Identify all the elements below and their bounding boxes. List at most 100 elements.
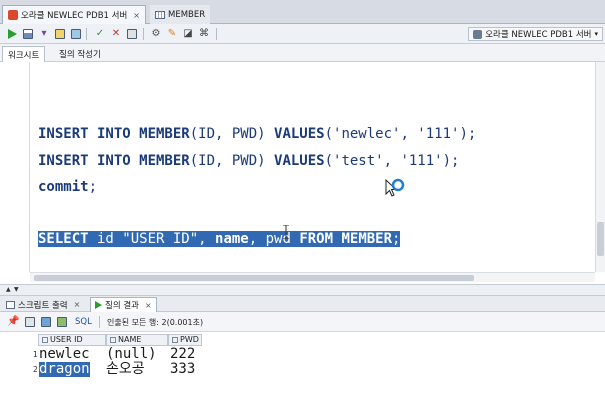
tab-worksheet[interactable]: 워크시트 bbox=[2, 46, 46, 62]
code-keyword: name bbox=[215, 231, 249, 247]
output-tabs: 스크립트 출력 × 질의 결과 × bbox=[0, 296, 605, 312]
code-text: ('test', '111'); bbox=[324, 153, 460, 169]
table-cell[interactable]: 222 bbox=[170, 347, 195, 362]
code-text: , pwd bbox=[248, 231, 300, 247]
rollback-icon: ✕ bbox=[111, 28, 121, 39]
tab-member-table[interactable]: MEMBER bbox=[150, 5, 211, 24]
tab-query-result[interactable]: 질의 결과 × bbox=[90, 297, 157, 312]
code-keyword: INSERT INTO MEMBER bbox=[38, 126, 190, 142]
row-number: 1 bbox=[32, 350, 38, 359]
run-script-button[interactable] bbox=[22, 28, 34, 40]
play-icon bbox=[7, 29, 17, 39]
sql-tuning-button[interactable]: ⚙ bbox=[150, 28, 162, 40]
table-cell[interactable]: 333 bbox=[170, 362, 195, 377]
sort-icon bbox=[110, 337, 116, 343]
column-header-pwd[interactable]: PWD bbox=[168, 334, 202, 346]
sql-link[interactable]: SQL bbox=[75, 317, 92, 327]
script-output-icon bbox=[6, 300, 15, 309]
tab-label: MEMBER bbox=[168, 9, 206, 20]
results-grid[interactable]: USER ID NAME PWD 1 newlec (null) 222 2 d… bbox=[0, 332, 605, 407]
table-cell[interactable]: 손오공 bbox=[106, 362, 145, 377]
eraser-icon: ◪ bbox=[183, 28, 193, 39]
refresh-button[interactable] bbox=[40, 316, 51, 327]
code-keyword: VALUES bbox=[274, 153, 325, 169]
selected-code-line[interactable]: SELECT id "USER ID", name, pwd FROM MEMB… bbox=[38, 228, 401, 250]
code-text: (ID, PWD) bbox=[189, 126, 275, 142]
code-keyword: SELECT bbox=[38, 231, 89, 247]
database-icon bbox=[8, 10, 18, 20]
scrollbar-thumb[interactable] bbox=[34, 275, 474, 281]
rollback-button[interactable]: ✕ bbox=[110, 28, 122, 40]
code-line[interactable]: INSERT INTO MEMBER(ID, PWD) VALUES('newl… bbox=[38, 123, 476, 145]
code-keyword: INSERT INTO MEMBER bbox=[38, 153, 190, 169]
worksheet-toolbar: ▾ ✓ ✕ ⚙ ✎ ◪ ⌘ 오라클 NEWLEC PDB1 서버 ▾ bbox=[0, 24, 605, 44]
collapse-up-icon[interactable]: ▲ bbox=[6, 287, 11, 293]
editor-horizontal-scrollbar[interactable] bbox=[30, 272, 595, 282]
tab-label: 워크시트 bbox=[8, 50, 40, 61]
fetch-status: 인출된 모든 행: 2(0.001초) bbox=[107, 318, 204, 327]
code-line[interactable]: commit; bbox=[38, 176, 97, 198]
tab-script-output[interactable]: 스크립트 출력 × bbox=[2, 297, 84, 312]
busy-cursor-icon bbox=[385, 178, 405, 197]
commit-icon bbox=[71, 29, 81, 39]
sql-editor[interactable]: INSERT INTO MEMBER(ID, PWD) VALUES('newl… bbox=[0, 62, 605, 284]
column-header-user-id[interactable]: USER ID bbox=[38, 334, 106, 346]
table-cell[interactable]: (null) bbox=[106, 347, 157, 362]
export-button[interactable] bbox=[56, 316, 67, 327]
cancel-icon bbox=[127, 29, 137, 39]
print-button[interactable] bbox=[24, 316, 35, 327]
refresh-icon bbox=[40, 316, 51, 327]
close-icon[interactable]: × bbox=[74, 300, 81, 309]
code-text: id bbox=[88, 231, 123, 247]
commit-check-button[interactable]: ✓ bbox=[94, 28, 106, 40]
collapse-down-icon[interactable]: ▼ bbox=[14, 287, 19, 293]
tab-connection-worksheet[interactable]: 오라클 NEWLEC PDB1 서버 × bbox=[2, 5, 146, 24]
autotrace-button[interactable]: ▾ bbox=[38, 28, 50, 40]
autotrace-icon: ▾ bbox=[41, 28, 47, 39]
tab-label: 오라클 NEWLEC PDB1 서버 bbox=[21, 11, 128, 21]
play-icon bbox=[95, 301, 102, 309]
scrollbar-thumb[interactable] bbox=[597, 222, 604, 256]
pin-icon[interactable]: 📌 bbox=[7, 316, 19, 327]
tab-label: 스크립트 출력 bbox=[18, 300, 68, 311]
tuning-icon: ⚙ bbox=[151, 28, 161, 39]
check-icon: ✓ bbox=[95, 28, 105, 39]
clear-button[interactable]: ◪ bbox=[182, 28, 194, 40]
code-text: (ID, PWD) bbox=[189, 153, 275, 169]
print-icon bbox=[24, 316, 35, 327]
tab-query-builder[interactable]: 질의 작성기 bbox=[54, 46, 106, 62]
code-keyword: commit bbox=[38, 179, 89, 195]
toolbar-divider bbox=[143, 28, 144, 40]
commit-button[interactable] bbox=[70, 28, 82, 40]
column-header-name[interactable]: NAME bbox=[106, 334, 168, 346]
code-line[interactable]: INSERT INTO MEMBER(ID, PWD) VALUES('test… bbox=[38, 150, 459, 172]
toolbar-divider bbox=[216, 28, 217, 40]
code-text: ('newlec', '111'); bbox=[324, 126, 477, 142]
pane-splitter[interactable]: ▲ ▼ bbox=[0, 284, 605, 296]
table-cell[interactable]: newlec bbox=[39, 347, 90, 362]
explain-plan-icon bbox=[55, 29, 65, 39]
script-icon bbox=[23, 29, 33, 39]
code-text: , bbox=[198, 231, 216, 247]
run-statement-button[interactable] bbox=[6, 28, 18, 40]
code-text: ; bbox=[392, 231, 401, 247]
connection-select[interactable]: 오라클 NEWLEC PDB1 서버 ▾ bbox=[468, 27, 603, 41]
history-button[interactable]: ⌘ bbox=[198, 28, 210, 40]
database-icon bbox=[473, 29, 483, 39]
table-cell-selected[interactable]: dragon bbox=[39, 362, 90, 377]
close-icon[interactable]: × bbox=[145, 301, 152, 310]
pencil-icon: ✎ bbox=[167, 28, 177, 39]
editor-vertical-scrollbar[interactable] bbox=[595, 62, 605, 272]
format-button[interactable]: ✎ bbox=[166, 28, 178, 40]
toolbar-divider bbox=[99, 316, 100, 328]
row-number: 2 bbox=[32, 365, 38, 374]
history-icon: ⌘ bbox=[199, 28, 209, 39]
column-header-label: USER ID bbox=[50, 335, 83, 344]
close-icon[interactable]: × bbox=[133, 11, 140, 20]
connection-select-label: 오라클 NEWLEC PDB1 서버 bbox=[485, 30, 592, 40]
table-icon bbox=[155, 10, 165, 19]
cancel-button[interactable] bbox=[126, 28, 138, 40]
explain-plan-button[interactable] bbox=[54, 28, 66, 40]
document-tab-strip: 오라클 NEWLEC PDB1 서버 × MEMBER bbox=[0, 0, 605, 24]
export-icon bbox=[56, 316, 67, 327]
